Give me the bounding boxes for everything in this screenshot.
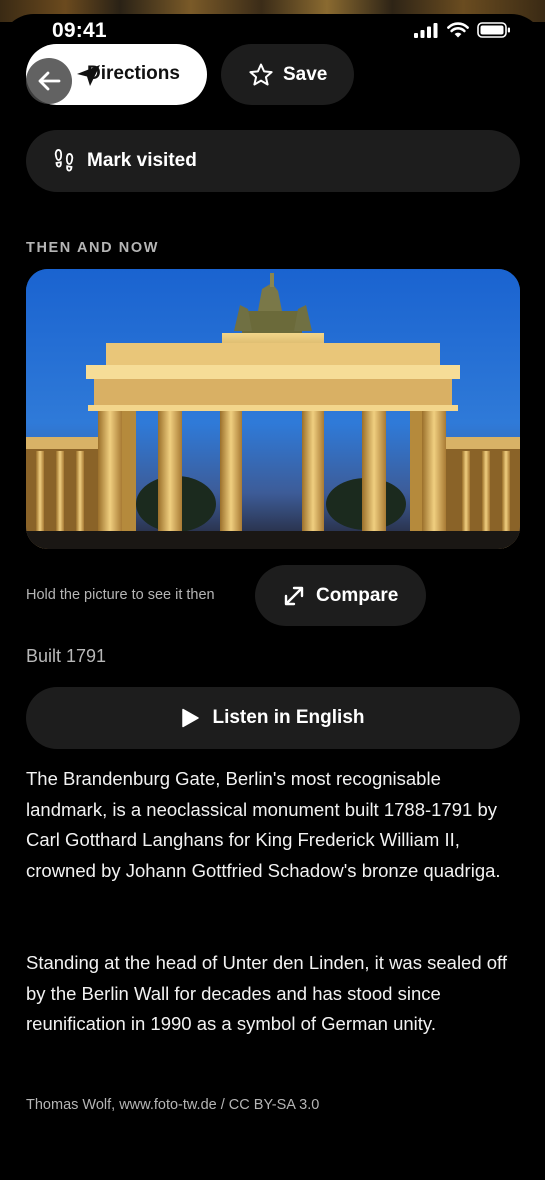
mark-visited-button[interactable]: Mark visited	[26, 130, 520, 192]
footprints-icon	[54, 149, 74, 172]
expand-arrows-icon	[284, 586, 304, 606]
brandenburg-gate-illustration	[26, 269, 520, 549]
play-icon	[182, 708, 200, 728]
section-heading-then-and-now: THEN AND NOW	[26, 240, 160, 256]
compare-label: Compare	[316, 585, 399, 606]
arrow-left-icon	[38, 71, 61, 91]
compare-button[interactable]: Compare	[255, 565, 426, 626]
back-button[interactable]	[26, 58, 72, 104]
compare-hint: Hold the picture to see it then	[26, 587, 215, 603]
save-label: Save	[283, 64, 328, 85]
status-icons	[414, 22, 511, 38]
landmark-photo[interactable]	[26, 269, 520, 549]
save-button[interactable]: Save	[221, 44, 354, 105]
description-paragraph: The Brandenburg Gate, Berlin's most reco…	[26, 768, 501, 882]
listen-button-content: Listen in English	[181, 707, 365, 729]
star-icon	[249, 63, 273, 86]
status-bar: 09:41	[0, 0, 545, 46]
battery-icon	[477, 22, 510, 38]
description-paragraph: Standing at the head of Unter den Linden…	[26, 952, 507, 1035]
cellular-signal-icon	[414, 22, 438, 38]
directions-label: Directions	[87, 63, 180, 84]
photo-credit: Thomas Wolf, www.foto-tw.de / CC BY-SA 3…	[26, 1097, 320, 1113]
listen-label: Listen in English	[212, 707, 365, 728]
mark-visited-label: Mark visited	[87, 150, 197, 171]
wifi-icon	[447, 22, 469, 38]
listen-button[interactable]: Listen in English	[26, 687, 520, 749]
status-time: 09:41	[52, 19, 107, 42]
built-year: Built 1791	[26, 646, 107, 666]
